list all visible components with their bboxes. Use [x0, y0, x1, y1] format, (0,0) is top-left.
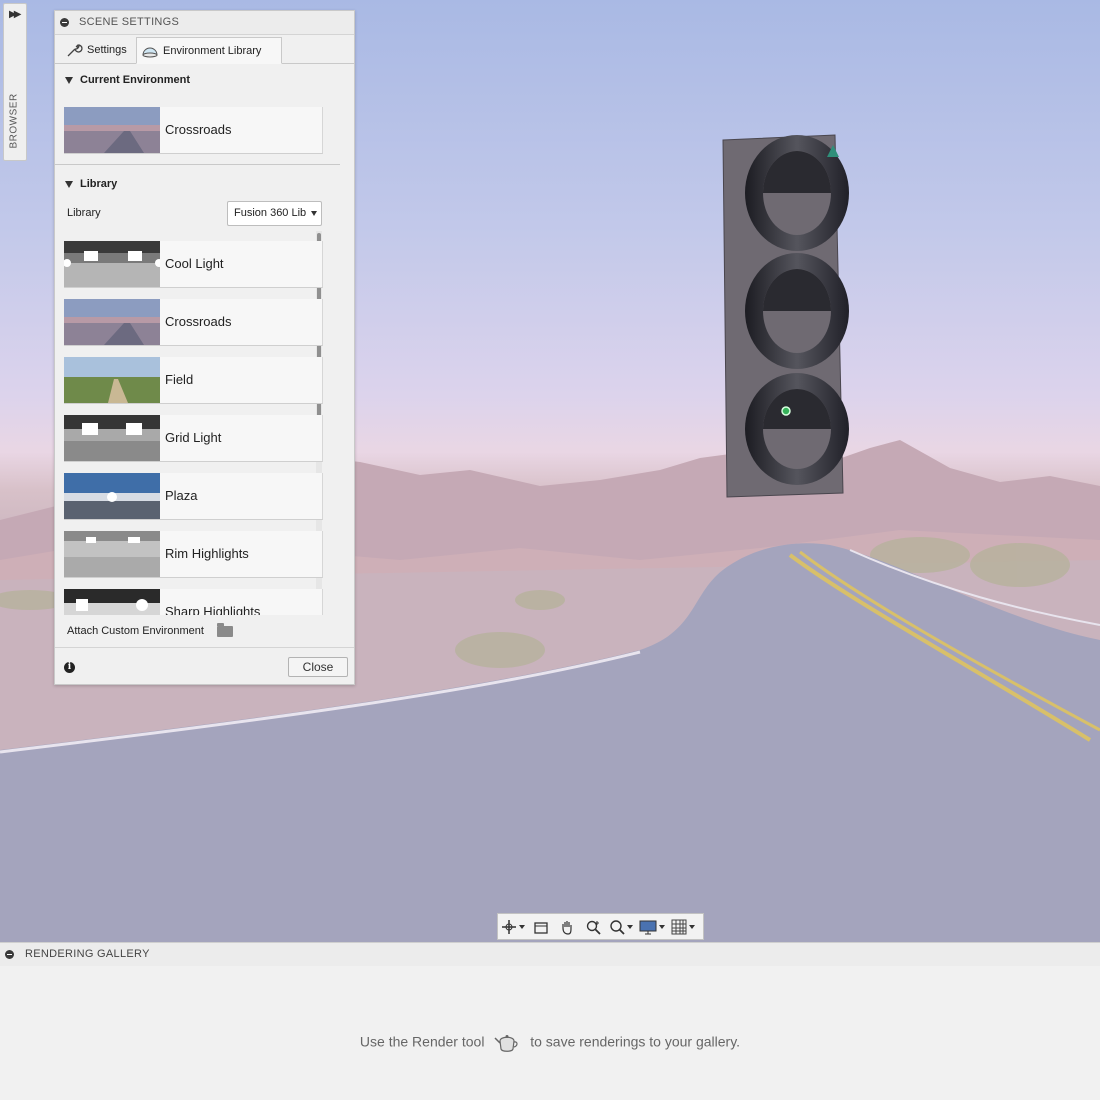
fit-tool[interactable] [606, 914, 636, 939]
attach-custom-environment[interactable]: Attach Custom Environment [67, 622, 233, 637]
rendering-gallery-header[interactable]: RENDERING GALLERY [0, 942, 1100, 967]
crossroads-thumbnail [64, 107, 160, 153]
cool-light-thumbnail [64, 241, 160, 287]
library-item-name: Rim Highlights [165, 546, 249, 561]
browser-label: BROWSER [8, 93, 20, 149]
plaza-thumbnail [64, 473, 160, 519]
environment-library-list: Cool Light Crossroads Field Grid Light P… [55, 235, 323, 615]
orbit-icon [502, 919, 516, 934]
library-item-sharp-highlights[interactable]: Sharp Highlights [64, 589, 323, 615]
library-item-name: Field [165, 372, 194, 387]
display-settings-tool[interactable] [636, 914, 668, 939]
sharp-highlights-thumbnail [64, 589, 160, 615]
expand-browser-icon[interactable]: ▶▶ [9, 9, 22, 20]
library-item-name: Sharp Highlights [165, 604, 261, 615]
tab-settings[interactable]: Settings [61, 37, 137, 63]
orbit-tool[interactable] [498, 914, 528, 939]
attach-custom-environment-label: Attach Custom Environment [67, 625, 204, 637]
library-item-name: Grid Light [165, 430, 222, 445]
library-item-cool-light[interactable]: Cool Light [64, 241, 323, 288]
zoom-tool[interactable] [580, 914, 606, 939]
field-thumbnail [64, 357, 160, 403]
rim-highlights-thumbnail [64, 531, 160, 577]
info-icon[interactable]: i [64, 662, 75, 673]
chevron-down-icon [311, 211, 317, 216]
library-item-field[interactable]: Field [64, 357, 323, 404]
chevron-down-icon [519, 924, 525, 929]
collapse-triangle-icon [65, 76, 73, 84]
collapse-panel-icon[interactable] [60, 18, 69, 27]
crossroads-thumbnail [64, 299, 160, 345]
browser-panel-collapsed[interactable]: ▶▶ BROWSER [3, 3, 27, 161]
monitor-icon [639, 920, 657, 934]
library-dropdown-value: Fusion 360 Library [234, 207, 306, 219]
section-divider [55, 164, 340, 165]
zoom-window-icon [610, 919, 625, 935]
collapse-triangle-icon [65, 180, 73, 188]
rendering-gallery-message: Use the Render tool to save renderings t… [0, 1032, 1100, 1054]
collapse-gallery-icon[interactable] [5, 950, 14, 959]
look-at-tool[interactable] [528, 914, 554, 939]
traffic-light-model[interactable] [715, 125, 875, 505]
environment-dome-icon [141, 43, 159, 59]
tab-environment-library[interactable]: Environment Library [136, 37, 282, 64]
library-item-rim-highlights[interactable]: Rim Highlights [64, 531, 323, 578]
library-item-name: Cool Light [165, 256, 224, 271]
scene-settings-panel: SCENE SETTINGS Settings Environment Libr… [54, 10, 355, 685]
current-environment-heading: Current Environment [80, 74, 191, 86]
current-environment-header[interactable]: Current Environment [65, 74, 190, 86]
library-label: Library [67, 207, 101, 219]
panel-tabs: Settings Environment Library [55, 35, 354, 64]
library-item-name: Plaza [165, 488, 198, 503]
look-at-icon [534, 921, 548, 934]
tab-settings-label: Settings [87, 44, 127, 56]
navigation-toolbar [497, 913, 704, 940]
gallery-message-end: to save renderings to your gallery. [530, 1033, 741, 1050]
grid-icon [671, 919, 687, 934]
library-item-grid-light[interactable]: Grid Light [64, 415, 323, 462]
gallery-message-start: Use the Render tool [359, 1033, 485, 1050]
teapot-icon [494, 1032, 520, 1054]
wrench-icon [65, 42, 83, 58]
pan-tool[interactable] [554, 914, 580, 939]
panel-footer: i Close [55, 647, 354, 685]
grid-settings-tool[interactable] [668, 914, 698, 939]
library-item-name: Crossroads [165, 314, 232, 329]
current-environment-item[interactable]: Crossroads [64, 107, 323, 154]
chevron-down-icon [659, 924, 665, 929]
zoom-icon [586, 920, 601, 935]
close-button[interactable]: Close [288, 657, 348, 677]
chevron-down-icon [627, 924, 633, 929]
panel-title: SCENE SETTINGS [79, 16, 180, 28]
rendering-gallery-title: RENDERING GALLERY [25, 948, 150, 960]
library-dropdown[interactable]: Fusion 360 Library [227, 201, 322, 226]
library-heading: Library [80, 178, 118, 190]
grid-light-thumbnail [64, 415, 160, 461]
library-item-crossroads[interactable]: Crossroads [64, 299, 323, 346]
library-header[interactable]: Library [65, 178, 117, 190]
hand-icon [562, 920, 572, 935]
tab-environment-library-label: Environment Library [163, 44, 262, 57]
chevron-down-icon [689, 924, 695, 929]
library-item-plaza[interactable]: Plaza [64, 473, 323, 520]
folder-icon[interactable] [216, 622, 233, 637]
panel-titlebar[interactable]: SCENE SETTINGS [55, 11, 354, 35]
current-environment-name: Crossroads [165, 122, 232, 137]
